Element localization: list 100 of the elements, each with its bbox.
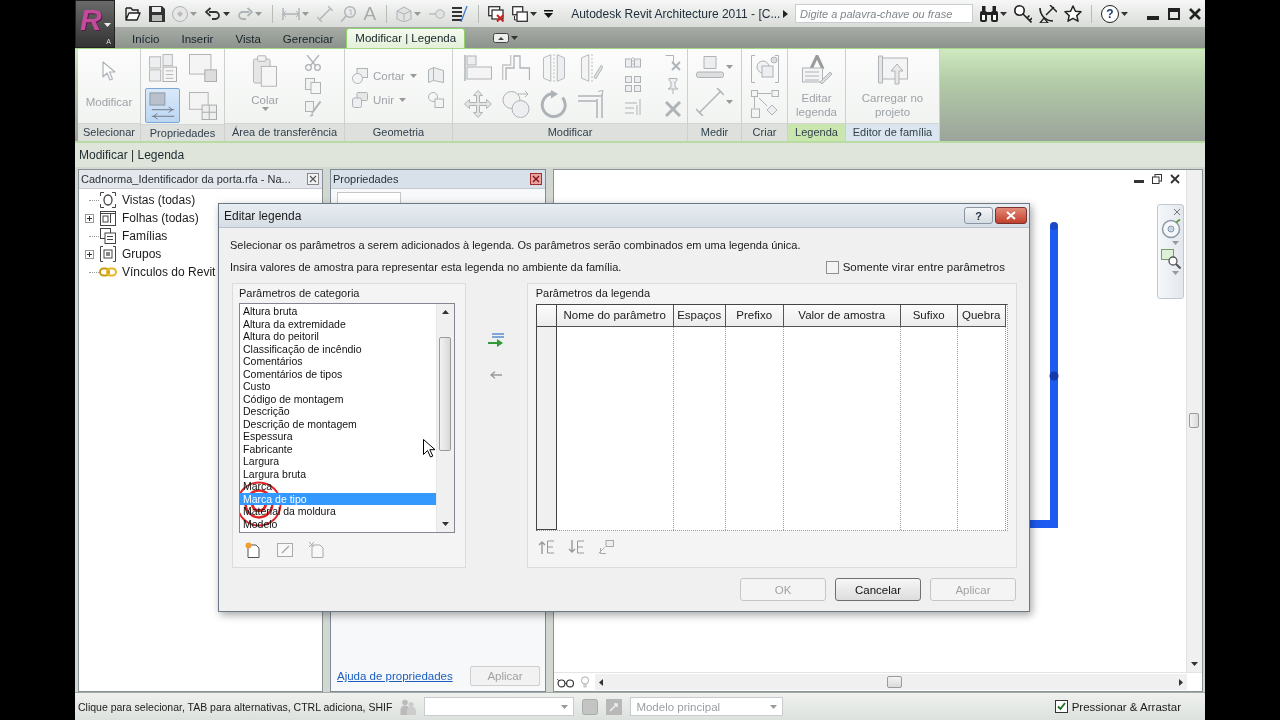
ribbon-tab[interactable]: Vista bbox=[226, 30, 270, 48]
expand-icon[interactable] bbox=[85, 213, 94, 223]
type-selector-field[interactable] bbox=[337, 192, 401, 203]
arrow-box-icon[interactable] bbox=[597, 540, 614, 554]
list-item[interactable]: Altura do peitoril bbox=[240, 330, 436, 343]
list-item[interactable]: Altura da extremidade bbox=[240, 317, 436, 330]
checkbox[interactable] bbox=[825, 260, 839, 274]
scrollbar-thumb[interactable] bbox=[887, 676, 902, 688]
customize-menu-icon[interactable] bbox=[544, 9, 554, 18]
list-item[interactable]: Fabricante bbox=[240, 442, 436, 455]
caret-icon[interactable] bbox=[511, 36, 519, 40]
list-item[interactable]: Espessura bbox=[240, 430, 436, 443]
binoculars-icon[interactable] bbox=[980, 5, 998, 22]
help-link[interactable]: Ajuda de propriedades bbox=[337, 670, 453, 682]
arrow-square-icon[interactable] bbox=[606, 698, 623, 715]
list-item[interactable]: Código de montagem bbox=[240, 392, 436, 405]
paintbrush-icon[interactable] bbox=[305, 101, 321, 117]
list-item[interactable]: Comentários bbox=[240, 355, 436, 368]
list-item[interactable]: Classificação de incêndio bbox=[240, 342, 436, 355]
overlapping-circles-icon[interactable] bbox=[502, 90, 530, 118]
delete-icon[interactable] bbox=[665, 101, 681, 117]
scroll-left-icon[interactable] bbox=[599, 678, 603, 686]
trim-corner-icon[interactable] bbox=[578, 90, 606, 118]
ribbon-tab[interactable]: Inserir bbox=[172, 30, 223, 48]
pin-icon[interactable] bbox=[665, 78, 681, 94]
scroll-up-icon[interactable] bbox=[442, 310, 449, 314]
scrollbar-thumb[interactable] bbox=[439, 337, 451, 451]
tree-item[interactable]: Folhas (todas) bbox=[99, 210, 199, 226]
move-down-icon[interactable] bbox=[567, 540, 584, 554]
split-boxes-icon[interactable] bbox=[625, 57, 641, 69]
category-parameters-list[interactable] bbox=[239, 303, 455, 533]
properties-tool-button[interactable] bbox=[145, 88, 180, 123]
people-icon[interactable] bbox=[400, 698, 417, 715]
component-icon[interactable] bbox=[750, 54, 779, 83]
diagonal-dimension-icon[interactable] bbox=[696, 88, 724, 116]
close-windows-icon[interactable] bbox=[488, 5, 505, 22]
section-marker-icon[interactable] bbox=[428, 8, 445, 19]
caret-icon[interactable] bbox=[1000, 11, 1007, 16]
new-document-icon[interactable] bbox=[245, 542, 261, 558]
close-icon[interactable] bbox=[1170, 174, 1180, 184]
tree-item[interactable]: Grupos bbox=[99, 246, 162, 262]
edit-document-icon[interactable] bbox=[277, 543, 293, 557]
open-folder-icon[interactable] bbox=[125, 6, 141, 21]
dimension-icon[interactable] bbox=[282, 7, 300, 20]
zoom-icon[interactable] bbox=[1160, 249, 1181, 269]
list-item[interactable]: Descrição de montagem bbox=[240, 417, 436, 430]
rounded-square-icon[interactable] bbox=[582, 698, 599, 715]
triangle-arrow-icon[interactable] bbox=[783, 9, 788, 18]
press-drag-checkbox[interactable]: Pressionar & Arrastar bbox=[1054, 700, 1181, 713]
vertical-scrollbar[interactable] bbox=[1186, 170, 1202, 672]
steering-wheel-icon[interactable] bbox=[1160, 219, 1181, 239]
minimize-icon[interactable] bbox=[1147, 15, 1159, 20]
ribbon-tab[interactable]: Gerenciar bbox=[273, 30, 343, 48]
scroll-down-icon[interactable] bbox=[1191, 662, 1198, 666]
dialog-button[interactable]: Cancelar bbox=[835, 578, 921, 601]
align-icon[interactable] bbox=[464, 55, 492, 81]
scrollbar-thumb[interactable] bbox=[1189, 413, 1199, 428]
caret-icon[interactable] bbox=[104, 23, 111, 27]
key-icon[interactable] bbox=[1014, 4, 1032, 23]
remove-arrow-icon[interactable] bbox=[490, 371, 503, 379]
list-item[interactable]: Altura bruta bbox=[240, 305, 436, 318]
scroll-down-icon[interactable] bbox=[442, 522, 449, 526]
help-button[interactable]: ? bbox=[964, 207, 993, 224]
list-item[interactable]: Largura bruta bbox=[240, 467, 436, 480]
search-field[interactable]: Digite a palavra-chave ou frase bbox=[795, 4, 973, 23]
ribbon-tab[interactable]: Modificar | Legenda bbox=[346, 28, 466, 48]
redo-icon[interactable] bbox=[237, 6, 253, 21]
caret-icon[interactable] bbox=[1121, 11, 1128, 16]
cube-icon[interactable] bbox=[396, 5, 413, 22]
lines-slash-icon[interactable] bbox=[452, 5, 469, 22]
list-scrollbar[interactable] bbox=[436, 304, 454, 532]
flow-shapes-icon[interactable] bbox=[750, 89, 779, 118]
offset-outline-icon[interactable] bbox=[502, 55, 530, 81]
help-button[interactable]: ? bbox=[1101, 4, 1119, 23]
horizontal-scrollbar[interactable] bbox=[595, 674, 1187, 690]
maximize-icon[interactable] bbox=[1168, 7, 1180, 20]
corner-cross-icon[interactable] bbox=[665, 55, 681, 71]
checkbox-label[interactable]: Somente virar entre parâmetros bbox=[842, 261, 1005, 273]
scroll-right-icon[interactable] bbox=[1179, 678, 1183, 686]
restore-icon[interactable] bbox=[1152, 174, 1162, 184]
list-item[interactable]: Descrição bbox=[240, 405, 436, 418]
extend-lines-icon[interactable] bbox=[625, 99, 641, 115]
diagonal-dimension-icon[interactable] bbox=[316, 5, 333, 22]
mirror-draw-icon[interactable] bbox=[581, 54, 603, 82]
circular-arrow-icon[interactable] bbox=[540, 90, 568, 118]
expand-icon[interactable] bbox=[85, 249, 94, 259]
scissors-icon[interactable] bbox=[305, 55, 321, 71]
measure-ruler-icon[interactable] bbox=[696, 56, 724, 78]
mirror-axis-icon[interactable] bbox=[543, 54, 565, 82]
parameters-table[interactable]: Nome do parâmetro Espaços Prefixo Valor de amostra Sufixo Quebra bbox=[535, 304, 1008, 531]
four-arrows-icon[interactable] bbox=[464, 90, 492, 118]
close-icon[interactable] bbox=[307, 173, 319, 185]
caret-icon[interactable] bbox=[222, 11, 230, 16]
checkbox[interactable] bbox=[1054, 700, 1068, 713]
list-item[interactable]: Comentários de tipos bbox=[240, 367, 436, 380]
tree-item[interactable]: Vistas (todas) bbox=[99, 192, 196, 208]
light-bulb-icon[interactable] bbox=[581, 676, 589, 688]
move-up-icon[interactable] bbox=[537, 540, 554, 554]
tag-icon[interactable] bbox=[340, 5, 356, 22]
caret-icon[interactable] bbox=[529, 11, 537, 16]
